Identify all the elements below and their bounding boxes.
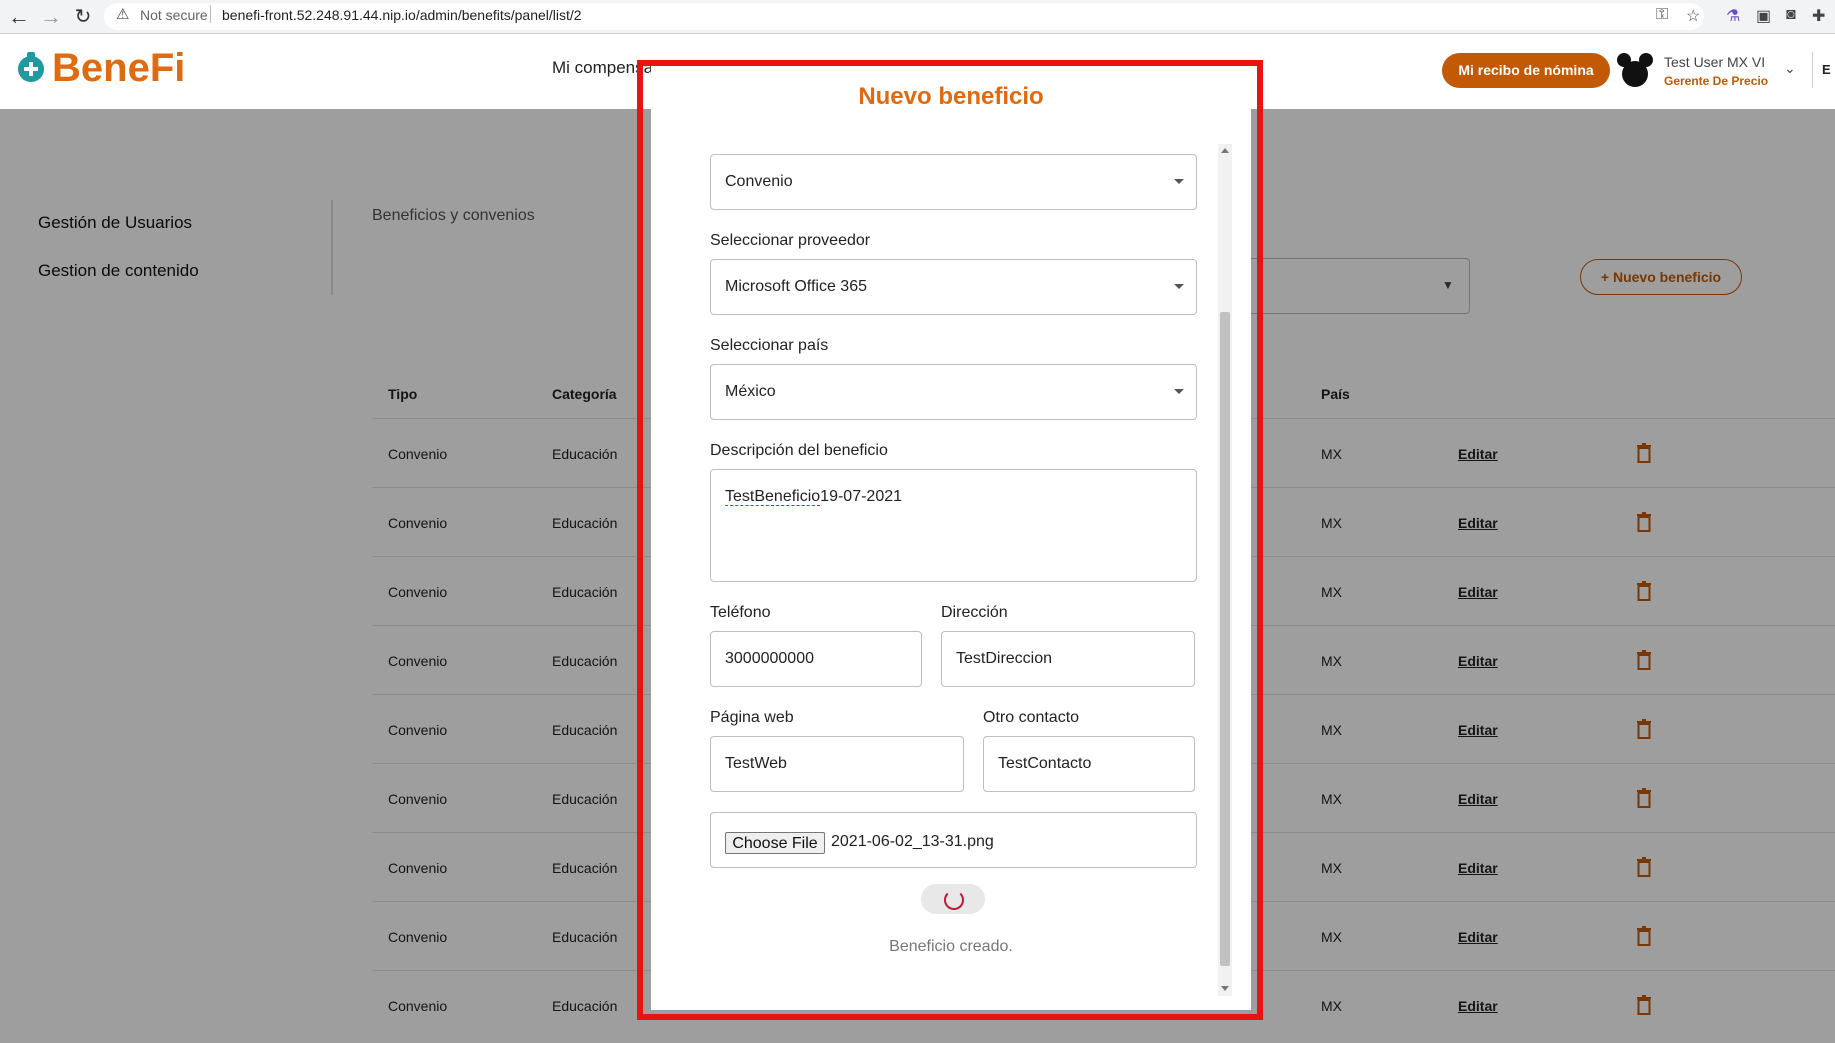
avatar[interactable]: [1616, 52, 1654, 90]
star-icon[interactable]: ☆: [1686, 6, 1700, 26]
user-role: Gerente De Precio: [1664, 74, 1769, 88]
extensions-puzzle-icon[interactable]: ✚: [1812, 6, 1825, 26]
reload-icon[interactable]: ↻: [70, 4, 96, 30]
warning-icon: ⚠: [116, 6, 130, 23]
highlight-frame: [637, 60, 1263, 1020]
user-name: Test User MX VI: [1664, 54, 1766, 70]
logo-icon: [18, 52, 44, 82]
header-divider: [1812, 52, 1813, 88]
extension-image-icon[interactable]: ▣: [1756, 6, 1771, 26]
not-secure-label: Not secure: [140, 7, 208, 23]
logo-text[interactable]: BeneFi: [52, 46, 185, 91]
payroll-receipt-button[interactable]: Mi recibo de nómina: [1442, 53, 1610, 88]
back-icon[interactable]: ←: [6, 4, 32, 30]
extension-lab-icon[interactable]: ⚗: [1726, 6, 1740, 26]
forward-icon[interactable]: →: [38, 4, 64, 30]
url-separator: [210, 5, 211, 23]
extension-se-icon[interactable]: ◙: [1786, 6, 1796, 24]
url-text[interactable]: benefi-front.52.248.91.44.nip.io/admin/b…: [222, 7, 582, 23]
browser-toolbar: ← → ↻ ⚠ Not secure benefi-front.52.248.9…: [0, 0, 1835, 34]
key-icon[interactable]: ⚿: [1656, 6, 1668, 24]
chevron-down-icon[interactable]: ⌄: [1784, 60, 1796, 77]
language-selector[interactable]: E: [1822, 62, 1831, 77]
